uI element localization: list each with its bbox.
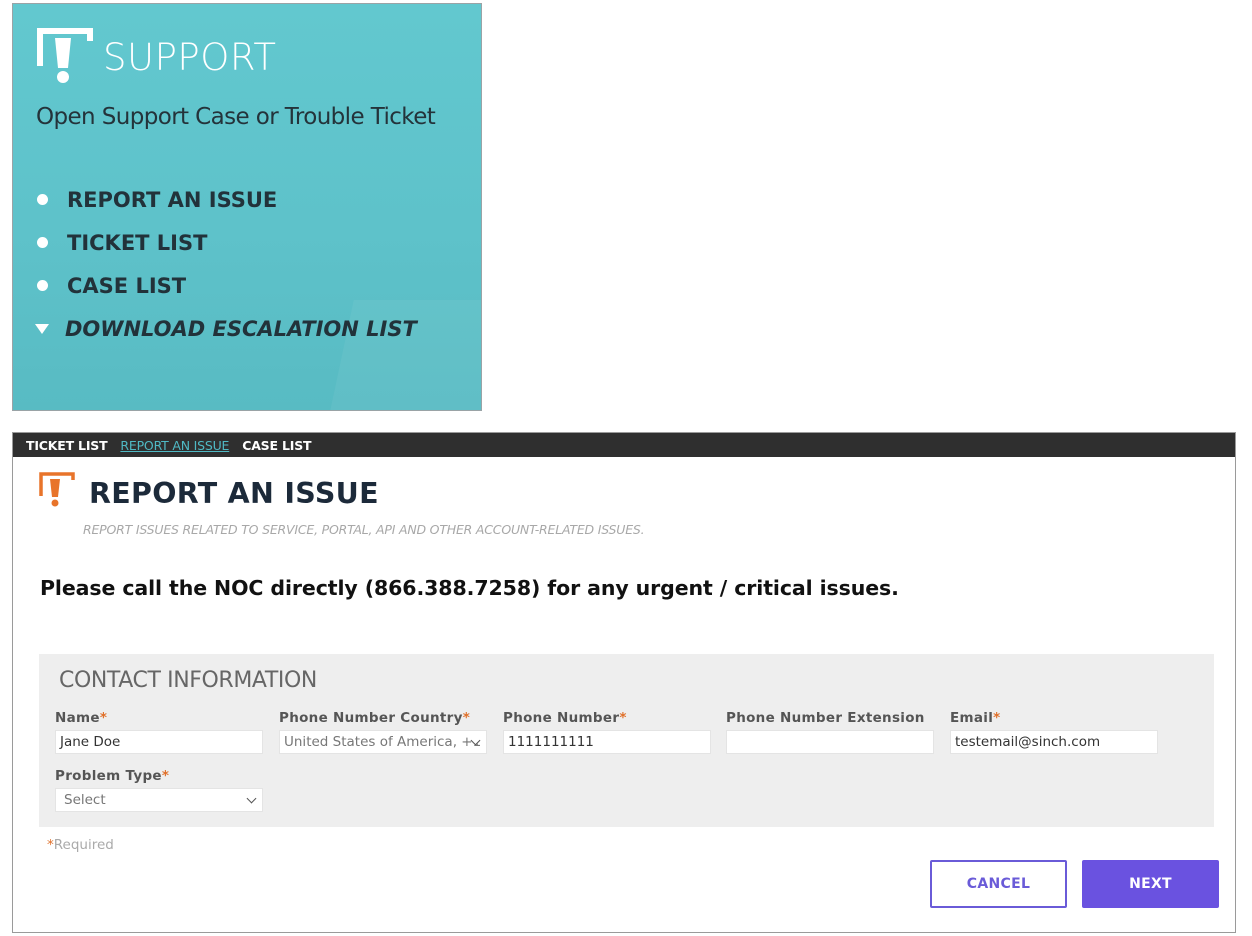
phone-extension-label: Phone Number Extension [726, 710, 925, 726]
support-link-label: DOWNLOAD ESCALATION LIST [65, 316, 417, 341]
report-issue-panel: TICKET LIST REPORT AN ISSUE CASE LIST RE… [12, 432, 1236, 933]
phone-number-input[interactable]: 1111111111 [503, 730, 711, 754]
section-title: CONTACT INFORMATION [59, 668, 317, 693]
problem-type-select[interactable]: Select [55, 788, 263, 812]
support-link-ticket-list[interactable]: TICKET LIST [35, 221, 417, 264]
problem-type-value: Select [64, 792, 106, 808]
page-subtitle: REPORT ISSUES RELATED TO SERVICE, PORTAL… [83, 522, 645, 537]
name-field-group: Name* Jane Doe [55, 710, 263, 754]
caret-down-icon [35, 323, 49, 334]
cancel-button[interactable]: CANCEL [930, 860, 1067, 908]
support-link-label: CASE LIST [67, 273, 187, 298]
name-input[interactable]: Jane Doe [55, 730, 263, 754]
support-link-report-issue[interactable]: REPORT AN ISSUE [35, 178, 417, 221]
phone-extension-input[interactable] [726, 730, 934, 754]
chevron-down-icon [246, 793, 257, 804]
name-label: Name* [55, 710, 108, 726]
urgent-notice: Please call the NOC directly (866.388.72… [40, 576, 899, 600]
phone-country-value: United States of America, +1 [284, 734, 482, 750]
top-nav: TICKET LIST REPORT AN ISSUE CASE LIST [13, 433, 1235, 457]
problem-type-label: Problem Type* [55, 768, 170, 784]
report-header: REPORT AN ISSUE [39, 471, 379, 510]
nav-ticket-list[interactable]: TICKET LIST [26, 438, 108, 453]
problem-type-field-group: Problem Type* Select [55, 768, 263, 812]
support-panel: SUPPORT Open Support Case or Trouble Tic… [12, 3, 482, 411]
phone-number-field-group: Phone Number* 1111111111 [503, 710, 711, 754]
email-input[interactable]: testemail@sinch.com [950, 730, 1158, 754]
email-label: Email* [950, 710, 1001, 726]
email-field-group: Email* testemail@sinch.com [950, 710, 1158, 754]
phone-country-select[interactable]: United States of America, +1 [279, 730, 487, 754]
support-link-download-escalation[interactable]: DOWNLOAD ESCALATION LIST [35, 307, 417, 350]
page-title: REPORT AN ISSUE [89, 477, 379, 510]
support-logo-icon [37, 28, 93, 83]
phone-country-field-group: Phone Number Country* United States of A… [279, 710, 487, 754]
support-title: SUPPORT [103, 35, 277, 79]
bullet-icon [37, 194, 48, 205]
report-issue-icon [39, 471, 75, 506]
bullet-icon [37, 280, 48, 291]
phone-number-label: Phone Number* [503, 710, 627, 726]
support-link-label: TICKET LIST [67, 230, 208, 255]
support-subtitle: Open Support Case or Trouble Ticket [36, 104, 436, 130]
contact-information-section: CONTACT INFORMATION Name* Jane Doe Phone… [39, 654, 1214, 827]
bullet-icon [37, 237, 48, 248]
support-header: SUPPORT [37, 28, 276, 86]
nav-case-list[interactable]: CASE LIST [242, 438, 311, 453]
next-button[interactable]: NEXT [1082, 860, 1219, 908]
required-note: *Required [47, 837, 114, 853]
nav-report-issue[interactable]: REPORT AN ISSUE [120, 438, 229, 453]
support-link-label: REPORT AN ISSUE [67, 187, 278, 212]
phone-country-label: Phone Number Country* [279, 710, 471, 726]
support-link-case-list[interactable]: CASE LIST [35, 264, 417, 307]
support-links: REPORT AN ISSUE TICKET LIST CASE LIST DO… [35, 178, 417, 350]
phone-extension-field-group: Phone Number Extension [726, 710, 934, 754]
